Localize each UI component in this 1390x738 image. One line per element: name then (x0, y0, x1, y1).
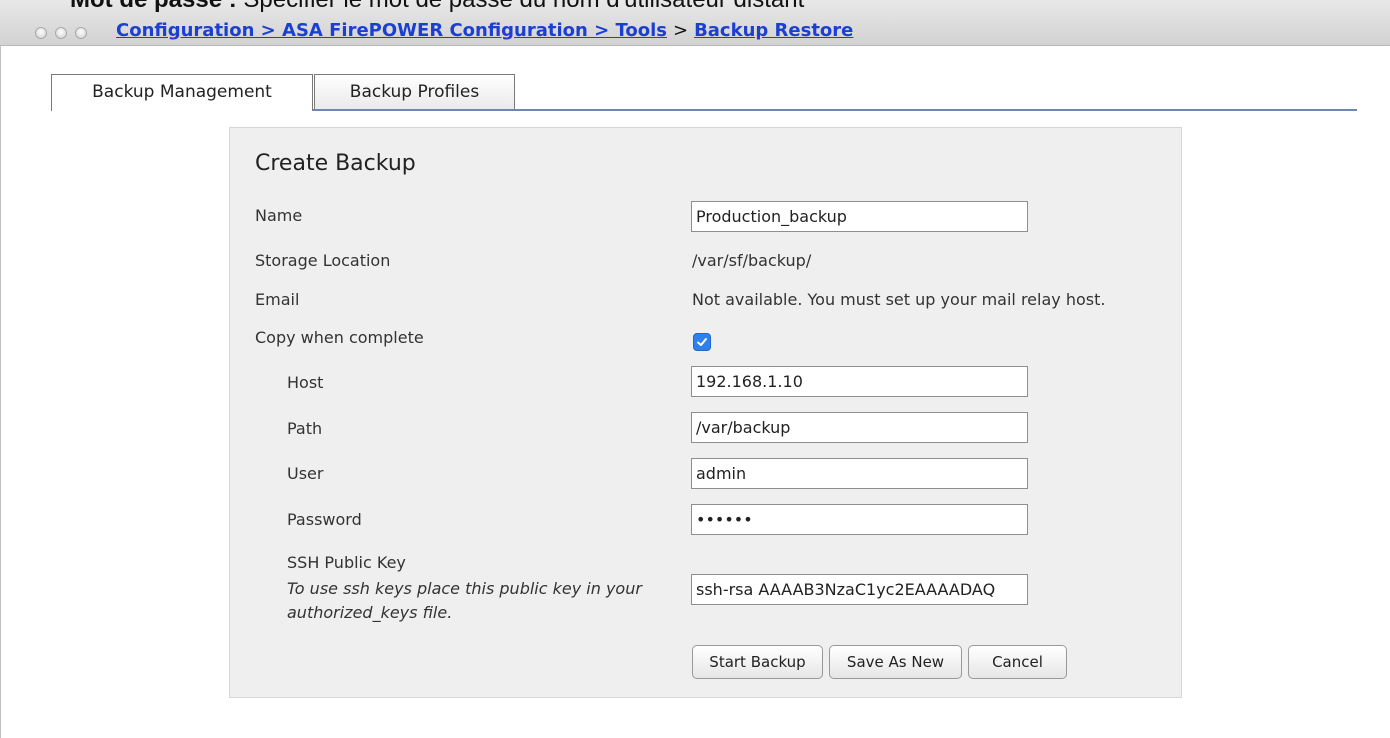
breadcrumb-separator: > (672, 20, 689, 41)
overlay-rest-text: Spécifier le mot de passe du nom d'utili… (237, 0, 804, 13)
email-label: Email (255, 290, 300, 309)
close-window-icon[interactable] (35, 27, 47, 39)
email-status-text: Not available. You must set up your mail… (692, 290, 1106, 309)
tab-backup-profiles[interactable]: Backup Profiles (314, 74, 515, 110)
storage-location-value: /var/sf/backup/ (692, 251, 812, 270)
zoom-window-icon[interactable] (75, 27, 87, 39)
cancel-button[interactable]: Cancel (968, 645, 1067, 679)
name-label: Name (255, 206, 303, 225)
path-input[interactable] (691, 412, 1028, 443)
copy-when-complete-checkbox[interactable] (693, 333, 711, 351)
password-input[interactable] (691, 504, 1028, 535)
document-overlay-text: Mot de passe : Spécifier le mot de passe… (70, 0, 804, 14)
path-label: Path (287, 419, 323, 438)
name-input[interactable] (691, 201, 1028, 232)
user-input[interactable] (691, 458, 1028, 489)
start-backup-button[interactable]: Start Backup (692, 645, 823, 679)
checkmark-icon (697, 338, 707, 346)
panel-title: Create Backup (255, 151, 416, 176)
ssh-public-key-label: SSH Public Key (287, 553, 406, 572)
breadcrumb-link-backup-restore[interactable]: Backup Restore (694, 20, 853, 41)
host-input[interactable] (691, 366, 1028, 397)
password-label: Password (287, 510, 362, 529)
save-as-new-button[interactable]: Save As New (829, 645, 962, 679)
host-label: Host (287, 373, 324, 392)
breadcrumb: Configuration > ASA FirePOWER Configurat… (116, 21, 853, 43)
breadcrumb-link-tools[interactable]: Configuration > ASA FirePOWER Configurat… (116, 20, 667, 41)
overlay-bold-text: Mot de passe : (70, 0, 237, 13)
copy-when-complete-label: Copy when complete (255, 328, 424, 347)
ssh-public-key-field[interactable] (691, 574, 1028, 605)
user-label: User (287, 464, 324, 483)
tab-backup-management[interactable]: Backup Management (51, 74, 313, 111)
minimize-window-icon[interactable] (55, 27, 67, 39)
storage-location-label: Storage Location (255, 251, 391, 270)
ssh-key-instructions: To use ssh keys place this public key in… (287, 579, 642, 622)
